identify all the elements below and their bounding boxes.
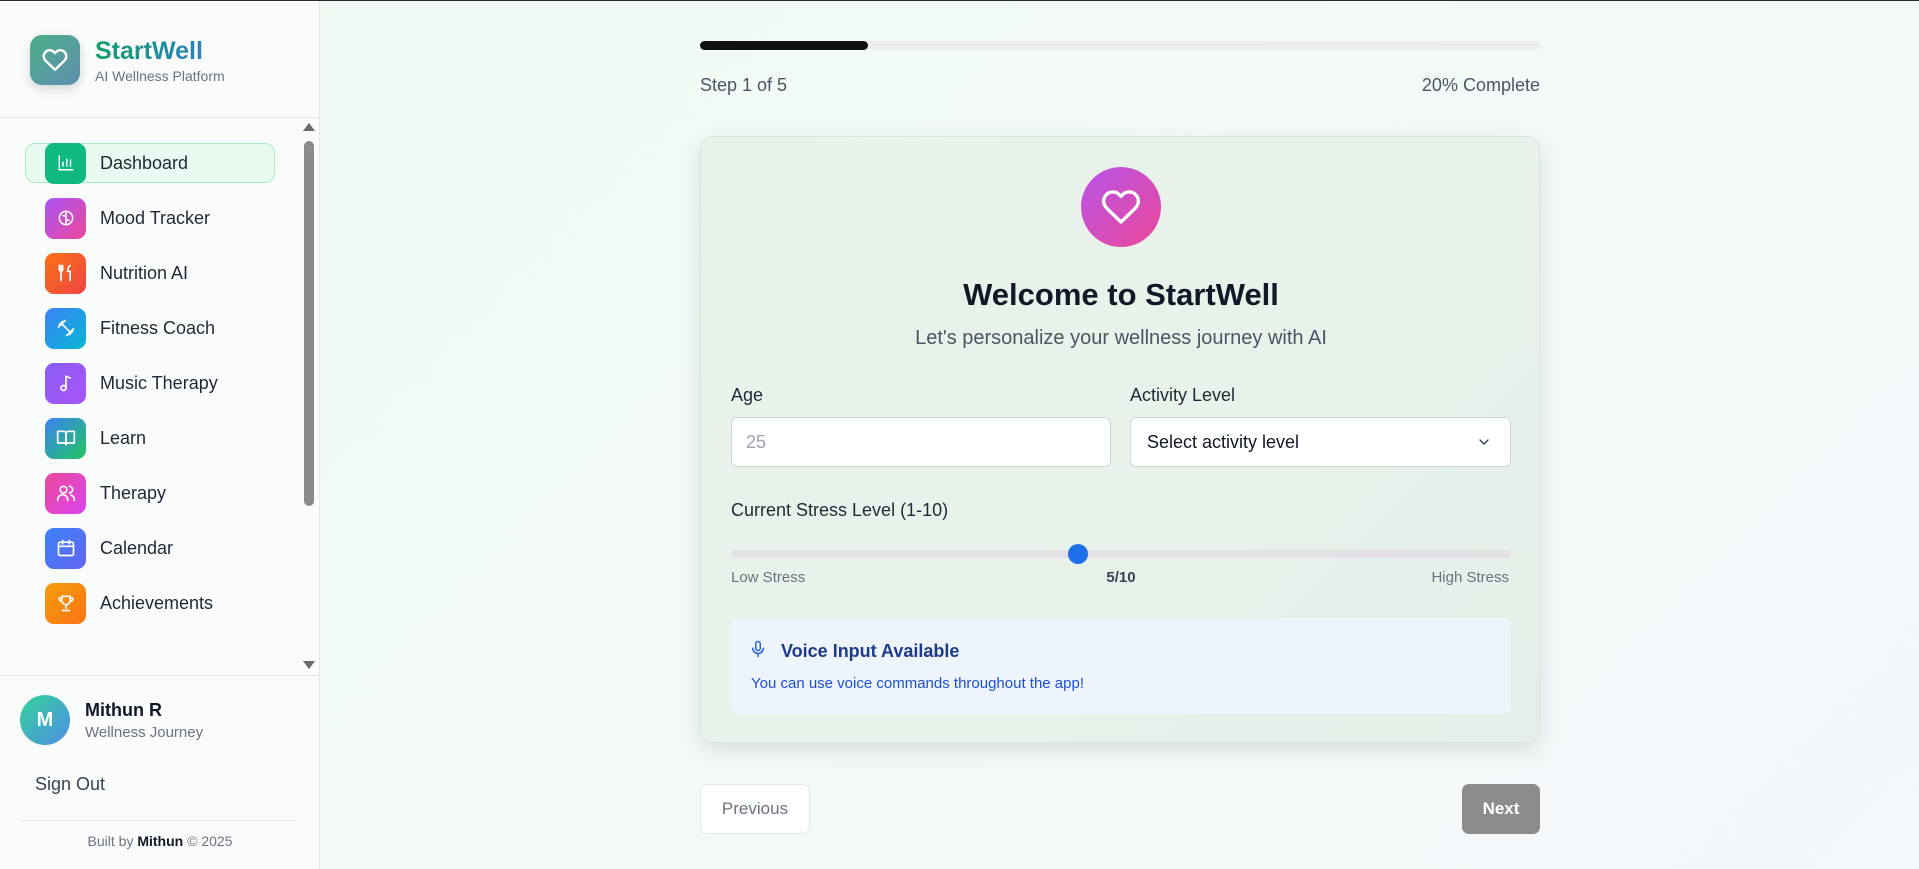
sidebar-item-label: Music Therapy	[100, 372, 218, 393]
bar-chart-icon	[45, 142, 86, 184]
percent-complete: 20% Complete	[1421, 75, 1540, 95]
low-stress-label: Low Stress	[731, 569, 806, 586]
sidebar-scrollbar[interactable]	[302, 121, 316, 669]
sidebar-item-music-therapy[interactable]: Music Therapy	[25, 362, 275, 404]
stress-value: 5/10	[1106, 569, 1136, 586]
activity-level-select[interactable]: Select activity level	[1130, 417, 1511, 467]
activity-level-value: Select activity level	[1147, 431, 1300, 452]
footer-author: Mithun	[137, 833, 184, 849]
stress-level-label: Current Stress Level (1-10)	[731, 500, 949, 520]
sidebar-item-mood-tracker[interactable]: Mood Tracker	[25, 197, 275, 239]
brand-subtitle: AI Wellness Platform	[95, 67, 225, 84]
chevron-down-icon	[1476, 434, 1492, 455]
microphone-icon	[749, 638, 767, 665]
trophy-icon	[45, 582, 86, 624]
previous-button[interactable]: Previous	[700, 784, 810, 834]
footer-suffix: © 2025	[187, 833, 233, 849]
heart-icon	[1081, 167, 1161, 247]
sidebar-item-achievements[interactable]: Achievements	[25, 582, 275, 624]
sidebar-item-label: Dashboard	[100, 152, 189, 173]
utensils-icon	[45, 252, 86, 294]
progress-bar	[700, 41, 1540, 50]
slider-thumb[interactable]	[1067, 544, 1088, 564]
high-stress-label: High Stress	[1431, 569, 1509, 586]
calendar-icon	[45, 527, 86, 569]
user-subtitle: Wellness Journey	[85, 723, 204, 741]
sidebar-item-label: Learn	[100, 427, 147, 448]
scroll-down-arrow-icon[interactable]	[303, 661, 315, 669]
brain-icon	[45, 197, 86, 239]
age-input[interactable]	[731, 417, 1111, 467]
sidebar-item-label: Nutrition AI	[100, 262, 189, 283]
sidebar-item-dashboard[interactable]: Dashboard	[25, 142, 275, 184]
sidebar-nav: Dashboard Mood Tracker Nutrition AI Fitn…	[25, 142, 275, 638]
user-profile[interactable]: M Mithun R Wellness Journey	[20, 695, 203, 745]
sidebar-item-label: Fitness Coach	[100, 317, 216, 338]
sidebar-item-label: Therapy	[100, 482, 167, 503]
progress-bar-fill	[700, 41, 868, 50]
sidebar-item-therapy[interactable]: Therapy	[25, 472, 275, 514]
sidebar-item-calendar[interactable]: Calendar	[25, 527, 275, 569]
voice-input-notice: Voice Input Available You can use voice …	[731, 618, 1511, 714]
sidebar: StartWell AI Wellness Platform Dashboard…	[0, 1, 320, 869]
divider	[0, 117, 320, 118]
sidebar-item-label: Achievements	[100, 592, 214, 613]
dumbbell-icon	[45, 307, 86, 349]
sidebar-item-label: Mood Tracker	[100, 207, 211, 228]
music-note-icon	[45, 362, 86, 404]
slider-track[interactable]	[731, 550, 1511, 558]
sidebar-item-label: Calendar	[100, 537, 174, 558]
sidebar-item-fitness-coach[interactable]: Fitness Coach	[25, 307, 275, 349]
next-button[interactable]: Next	[1462, 784, 1540, 834]
voice-input-text: You can use voice commands throughout th…	[751, 675, 1085, 692]
stress-level-slider[interactable]	[731, 544, 1511, 564]
scrollbar-thumb[interactable]	[304, 141, 314, 506]
users-icon	[45, 472, 86, 514]
user-name: Mithun R	[85, 699, 162, 720]
scroll-up-arrow-icon[interactable]	[303, 123, 315, 131]
heart-icon	[30, 35, 80, 85]
step-indicator: Step 1 of 5	[700, 75, 788, 95]
sidebar-item-learn[interactable]: Learn	[25, 417, 275, 459]
onboarding-card: Welcome to StartWell Let's personalize y…	[700, 136, 1540, 743]
avatar: M	[20, 695, 70, 745]
age-label: Age	[731, 385, 764, 405]
divider	[20, 820, 298, 821]
brand-title: StartWell	[95, 37, 225, 65]
footer-prefix: Built by	[87, 833, 134, 849]
divider	[0, 675, 320, 676]
sign-out-button[interactable]: Sign Out	[35, 774, 105, 795]
footer: Built by Mithun © 2025	[0, 833, 320, 849]
brand[interactable]: StartWell AI Wellness Platform	[30, 35, 225, 85]
book-icon	[45, 417, 86, 459]
voice-input-title: Voice Input Available	[781, 641, 960, 661]
page-title: Welcome to StartWell	[963, 277, 1279, 312]
page-subtitle: Let's personalize your wellness journey …	[915, 327, 1327, 349]
sidebar-item-nutrition-ai[interactable]: Nutrition AI	[25, 252, 275, 294]
activity-level-label: Activity Level	[1130, 385, 1236, 405]
